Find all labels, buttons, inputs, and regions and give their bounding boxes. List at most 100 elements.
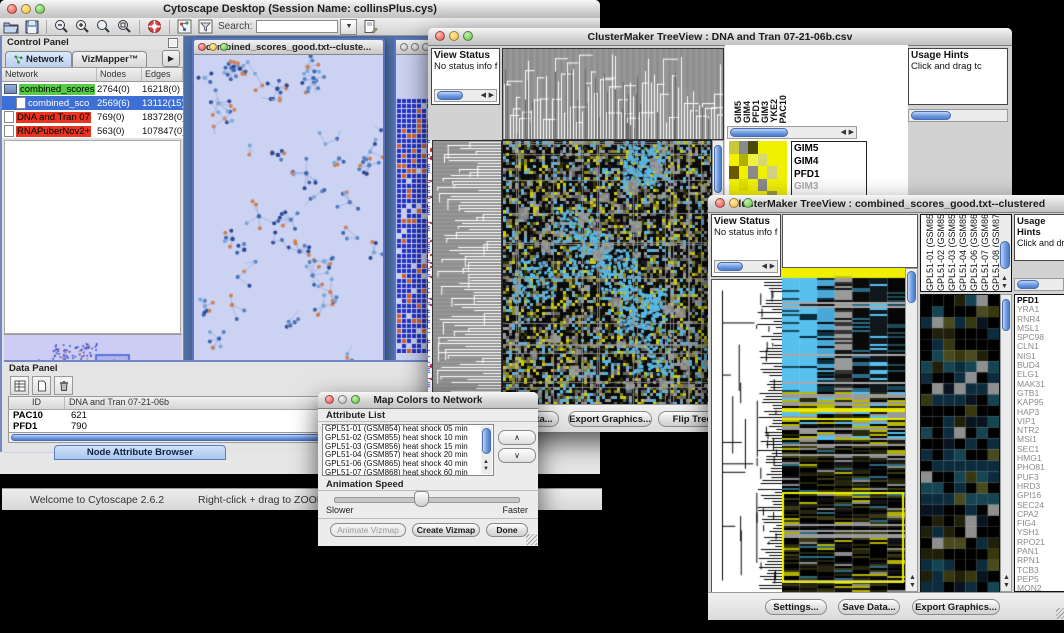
close-button[interactable] bbox=[400, 43, 408, 51]
save-data-button[interactable]: Save Data... bbox=[838, 599, 900, 615]
scroll-down-arrow[interactable]: ▼ bbox=[909, 582, 916, 589]
labels-vscrollbar[interactable]: ▲ ▼ bbox=[999, 215, 1011, 291]
close-button[interactable] bbox=[325, 395, 334, 404]
scroll-thumb[interactable] bbox=[1002, 299, 1010, 331]
scroll-down-arrow[interactable]: ▼ bbox=[1001, 283, 1008, 290]
zoom-out-icon[interactable] bbox=[54, 19, 69, 34]
scroll-right-arrow[interactable]: ▶ bbox=[770, 263, 775, 270]
gene-label[interactable]: PAN1 bbox=[1017, 547, 1064, 556]
resize-grip[interactable] bbox=[526, 534, 537, 545]
new-attribute-icon[interactable] bbox=[32, 376, 51, 395]
filter-icon[interactable] bbox=[198, 19, 213, 34]
global-heatmap[interactable] bbox=[782, 268, 905, 592]
gene-label[interactable]: BUD4 bbox=[1017, 361, 1064, 370]
zoom-fit-icon[interactable] bbox=[96, 19, 111, 34]
zoom-in-icon[interactable] bbox=[75, 19, 90, 34]
help-lifesaver-icon[interactable] bbox=[147, 19, 162, 34]
dialog-titlebar[interactable]: Map Colors to Network bbox=[318, 392, 538, 409]
network-graph-canvas[interactable] bbox=[194, 55, 383, 367]
scroll-down-arrow[interactable]: ▼ bbox=[483, 466, 489, 473]
gene-label[interactable]: GIM4 bbox=[794, 156, 864, 169]
close-button[interactable] bbox=[198, 43, 206, 51]
scroll-left-arrow[interactable]: ◀ bbox=[762, 263, 767, 270]
search-input[interactable] bbox=[256, 20, 338, 33]
zoom-button[interactable] bbox=[463, 31, 473, 41]
matrix-cell[interactable] bbox=[748, 141, 758, 154]
gene-label[interactable]: MAK31 bbox=[1017, 380, 1064, 389]
network-view-titlebar[interactable]: combined_scores_good.txt--cluste... bbox=[194, 40, 383, 55]
network-row[interactable]: RNAPuberNov2+563(0)107847(0) bbox=[2, 124, 183, 138]
matrix-cell[interactable] bbox=[758, 179, 768, 192]
matrix-cell[interactable] bbox=[777, 179, 787, 192]
slider-thumb[interactable] bbox=[414, 491, 429, 507]
save-icon[interactable] bbox=[25, 20, 39, 34]
close-button[interactable] bbox=[435, 31, 445, 41]
matrix-cell[interactable] bbox=[777, 166, 787, 179]
scroll-right-arrow[interactable]: ▶ bbox=[489, 92, 494, 99]
attribute-listbox[interactable]: GPL51-01 (GSM854) heat shock 05 minGPL51… bbox=[322, 424, 494, 476]
scroll-right-arrow[interactable]: ▶ bbox=[849, 129, 854, 136]
usage-hints-scrollbar[interactable] bbox=[908, 109, 1008, 122]
scroll-down-arrow[interactable]: ▼ bbox=[1003, 582, 1010, 589]
matrix-cell[interactable] bbox=[748, 154, 758, 167]
gene-label[interactable]: MSI1 bbox=[1017, 435, 1064, 444]
matrix-cell[interactable] bbox=[729, 154, 739, 167]
matrix-cell[interactable] bbox=[767, 166, 777, 179]
gene-label[interactable]: GPI16 bbox=[1017, 491, 1064, 500]
matrix-cell[interactable] bbox=[739, 154, 749, 167]
global-vscrollbar[interactable]: ▲ ▼ bbox=[905, 268, 918, 592]
tab-overflow-button[interactable]: ▶ bbox=[162, 50, 180, 67]
gene-label[interactable]: HMG1 bbox=[1017, 454, 1064, 463]
gene-label[interactable]: PFD1 bbox=[794, 169, 864, 182]
scroll-left-arrow[interactable]: ◀ bbox=[841, 129, 846, 136]
matrix-cell[interactable] bbox=[767, 141, 777, 154]
zoom-selected-icon[interactable] bbox=[117, 19, 132, 34]
matrix-cell[interactable] bbox=[777, 154, 787, 167]
delete-attribute-icon[interactable] bbox=[54, 376, 73, 395]
gene-label[interactable]: RNR4 bbox=[1017, 315, 1064, 324]
tab-vizmapper[interactable]: VizMapper™ bbox=[72, 51, 147, 67]
scroll-thumb[interactable] bbox=[907, 271, 916, 303]
export-graphics-button[interactable]: Export Graphics... bbox=[568, 411, 652, 427]
global-heatmap[interactable] bbox=[502, 140, 712, 406]
treeview2-titlebar[interactable]: ClusterMaker TreeView : combined_scores_… bbox=[708, 195, 1064, 213]
zoom-button[interactable] bbox=[743, 198, 753, 208]
minimize-button[interactable] bbox=[21, 4, 31, 14]
gene-label[interactable]: CLN1 bbox=[1017, 342, 1064, 351]
col-id[interactable]: ID bbox=[9, 397, 65, 409]
minimize-button[interactable] bbox=[209, 43, 217, 51]
matrix-cell[interactable] bbox=[739, 179, 749, 192]
zoom-heatmap[interactable] bbox=[920, 294, 1000, 594]
matrix-cell[interactable] bbox=[758, 166, 768, 179]
scroll-thumb[interactable] bbox=[717, 262, 743, 271]
search-dropdown-button[interactable]: ▼ bbox=[340, 19, 357, 35]
usage-hints-scrollbar[interactable] bbox=[1014, 278, 1064, 291]
matrix-cell[interactable] bbox=[748, 166, 758, 179]
select-attributes-icon[interactable] bbox=[10, 376, 29, 395]
gene-label[interactable]: GIM5 bbox=[794, 143, 864, 156]
gene-label[interactable]: SPC98 bbox=[1017, 333, 1064, 342]
gene-label[interactable]: HRD3 bbox=[1017, 482, 1064, 491]
close-button[interactable] bbox=[715, 198, 725, 208]
network-row[interactable]: combined_sco2569(6)13112(15) bbox=[2, 96, 183, 110]
tab-node-attribute-browser[interactable]: Node Attribute Browser bbox=[54, 445, 226, 460]
col-nodes[interactable]: Nodes bbox=[97, 68, 142, 81]
matrix-cell[interactable] bbox=[767, 179, 777, 192]
gene-label[interactable]: MON2 bbox=[1017, 584, 1064, 592]
scroll-up-arrow[interactable]: ▲ bbox=[1003, 574, 1010, 581]
export-graphics-button[interactable]: Export Graphics... bbox=[912, 599, 1000, 615]
scroll-thumb[interactable] bbox=[437, 91, 463, 100]
gene-label[interactable]: PHO81 bbox=[1017, 463, 1064, 472]
minimize-button[interactable] bbox=[449, 31, 459, 41]
gene-label[interactable]: RPO21 bbox=[1017, 538, 1064, 547]
gene-label[interactable]: NIS1 bbox=[1017, 352, 1064, 361]
resize-grip[interactable] bbox=[1056, 608, 1064, 619]
gene-label[interactable]: PUF3 bbox=[1017, 473, 1064, 482]
network-row[interactable]: DNA and Tran 07769(0)183728(0) bbox=[2, 110, 183, 124]
matrix-cell[interactable] bbox=[729, 179, 739, 192]
minimize-button[interactable] bbox=[338, 395, 347, 404]
settings-button[interactable]: Settings... bbox=[765, 599, 827, 615]
scroll-up-arrow[interactable]: ▲ bbox=[483, 459, 489, 466]
gene-label[interactable]: CPA2 bbox=[1017, 510, 1064, 519]
main-titlebar[interactable]: Cytoscape Desktop (Session Name: collins… bbox=[0, 0, 600, 19]
